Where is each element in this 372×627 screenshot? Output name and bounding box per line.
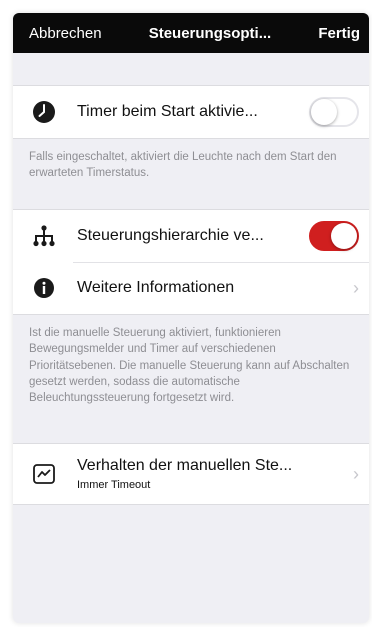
navigation-bar: Abbrechen Steuerungsopti... Fertig bbox=[13, 13, 369, 53]
toggle-knob bbox=[331, 223, 357, 249]
manual-control-behavior-row[interactable]: Verhalten der manuellen Ste... Immer Tim… bbox=[13, 444, 369, 504]
cancel-button[interactable]: Abbrechen bbox=[29, 25, 102, 42]
more-information-label: Weitere Informationen bbox=[77, 279, 235, 296]
timer-on-start-row[interactable]: Timer beim Start aktivie... bbox=[13, 86, 369, 138]
timer-on-start-label: Timer beim Start aktivie... bbox=[77, 103, 258, 120]
hierarchy-footer-text: Ist die manuelle Steuerung aktiviert, fu… bbox=[29, 327, 350, 405]
manual-control-text: Verhalten der manuellen Ste... Immer Tim… bbox=[77, 457, 347, 491]
page-title: Steuerungsopti... bbox=[148, 24, 272, 42]
hierarchy-icon bbox=[31, 223, 57, 249]
timer-section: Timer beim Start aktivie... bbox=[13, 85, 369, 139]
chevron-right-icon: › bbox=[353, 277, 359, 298]
more-information-row[interactable]: Weitere Informationen › bbox=[13, 262, 369, 314]
chevron-right-icon: › bbox=[353, 463, 359, 484]
manual-control-behavior-value: Immer Timeout bbox=[77, 479, 151, 491]
clock-icon bbox=[31, 99, 57, 125]
screen: Abbrechen Steuerungsopti... Fertig Timer… bbox=[13, 13, 369, 623]
hierarchy-section: Steuerungshierarchie ve... Weitere Infor… bbox=[13, 209, 369, 315]
control-hierarchy-toggle[interactable] bbox=[309, 221, 359, 251]
timer-footer-text: Falls eingeschaltet, aktiviert die Leuch… bbox=[29, 151, 337, 180]
manual-control-icon bbox=[31, 461, 57, 487]
toggle-knob bbox=[311, 99, 337, 125]
info-icon bbox=[31, 275, 57, 301]
manual-control-behavior-label: Verhalten der manuellen Ste... bbox=[77, 457, 293, 474]
done-button[interactable]: Fertig bbox=[318, 25, 360, 42]
timer-on-start-toggle[interactable] bbox=[309, 97, 359, 127]
manual-section: Verhalten der manuellen Ste... Immer Tim… bbox=[13, 443, 369, 505]
control-hierarchy-label: Steuerungshierarchie ve... bbox=[77, 227, 264, 244]
control-hierarchy-row[interactable]: Steuerungshierarchie ve... bbox=[13, 210, 369, 262]
